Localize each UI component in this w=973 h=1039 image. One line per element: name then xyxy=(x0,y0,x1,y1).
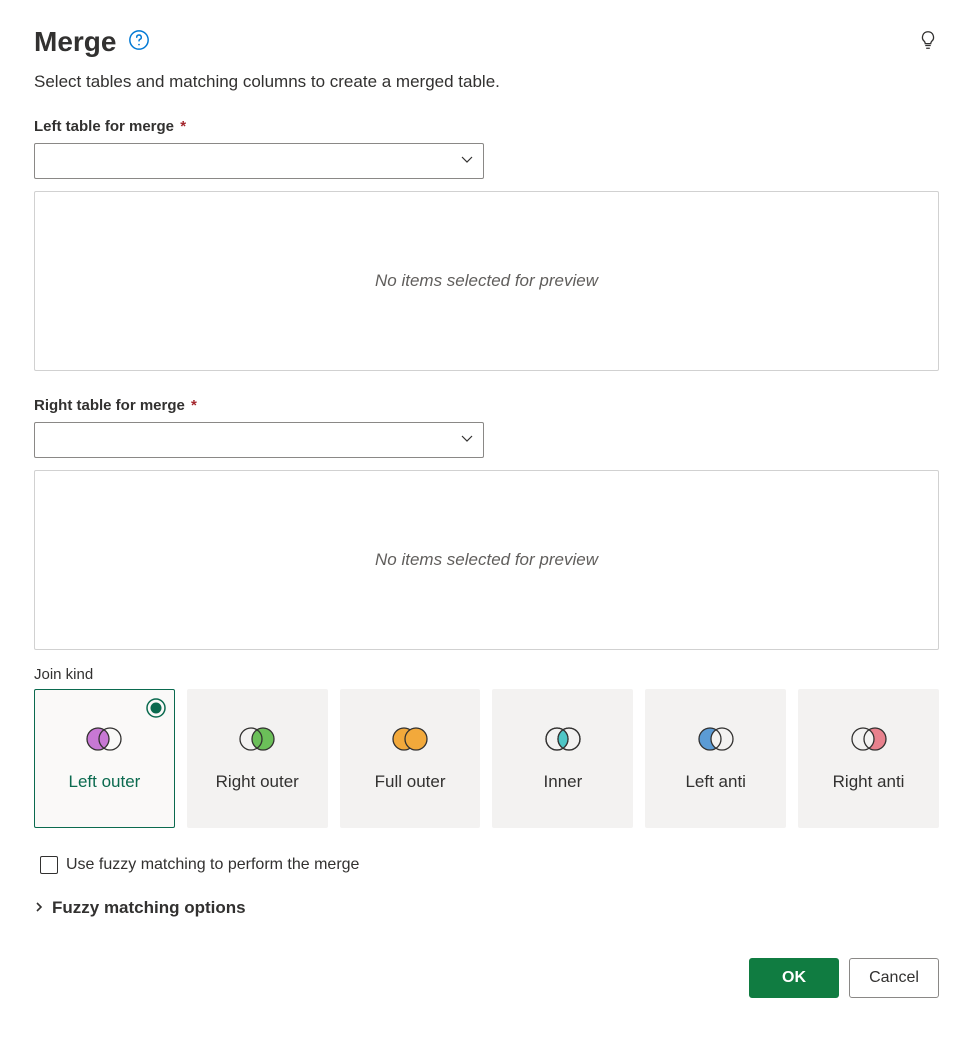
right-table-label-text: Right table for merge xyxy=(34,397,185,414)
venn-inner-icon xyxy=(541,725,585,758)
merge-dialog: Merge Select tables and matching columns… xyxy=(0,0,973,1032)
left-table-section: Left table for merge * No items selected… xyxy=(34,118,939,371)
right-table-preview: No items selected for preview xyxy=(34,470,939,650)
join-card-full-outer[interactable]: Full outer xyxy=(340,689,481,828)
fuzzy-checkbox-row: Use fuzzy matching to perform the merge xyxy=(40,856,939,874)
left-table-label: Left table for merge * xyxy=(34,118,939,135)
left-table-label-text: Left table for merge xyxy=(34,118,174,135)
venn-right-outer-icon xyxy=(235,725,279,758)
ok-button[interactable]: OK xyxy=(749,958,839,998)
dialog-title: Merge xyxy=(34,26,116,58)
bulb-icon[interactable] xyxy=(917,29,939,56)
join-name-left-anti: Left anti xyxy=(685,772,746,792)
dialog-subtitle: Select tables and matching columns to cr… xyxy=(34,72,939,92)
dialog-footer: OK Cancel xyxy=(34,958,939,998)
join-kind-label: Join kind xyxy=(34,666,939,683)
right-preview-empty-text: No items selected for preview xyxy=(375,550,598,570)
join-name-right-outer: Right outer xyxy=(216,772,299,792)
chevron-right-icon xyxy=(34,899,44,917)
right-table-required: * xyxy=(191,397,197,414)
right-table-label: Right table for merge * xyxy=(34,397,939,414)
venn-right-anti-icon xyxy=(847,725,891,758)
venn-full-outer-icon xyxy=(388,725,432,758)
venn-left-outer-icon xyxy=(82,725,126,758)
help-icon[interactable] xyxy=(128,29,150,56)
left-table-preview: No items selected for preview xyxy=(34,191,939,371)
join-card-left-outer[interactable]: Left outer xyxy=(34,689,175,828)
venn-left-anti-icon xyxy=(694,725,738,758)
right-table-dropdown[interactable] xyxy=(34,422,484,458)
join-kind-grid: Left outer Right outer Full outer xyxy=(34,689,939,828)
cancel-button[interactable]: Cancel xyxy=(849,958,939,998)
title-wrap: Merge xyxy=(34,26,150,58)
join-name-inner: Inner xyxy=(544,772,583,792)
join-card-right-anti[interactable]: Right anti xyxy=(798,689,939,828)
fuzzy-matching-checkbox[interactable] xyxy=(40,856,58,874)
dialog-header: Merge xyxy=(34,26,939,58)
left-table-required: * xyxy=(180,118,186,135)
join-name-right-anti: Right anti xyxy=(833,772,905,792)
join-card-inner[interactable]: Inner xyxy=(492,689,633,828)
fuzzy-options-expander[interactable]: Fuzzy matching options xyxy=(34,898,939,918)
fuzzy-checkbox-label: Use fuzzy matching to perform the merge xyxy=(66,856,359,874)
join-card-right-outer[interactable]: Right outer xyxy=(187,689,328,828)
left-table-dropdown[interactable] xyxy=(34,143,484,179)
left-preview-empty-text: No items selected for preview xyxy=(375,271,598,291)
radio-selected-icon xyxy=(146,698,166,718)
join-card-left-anti[interactable]: Left anti xyxy=(645,689,786,828)
chevron-down-icon xyxy=(459,151,475,172)
right-table-section: Right table for merge * No items selecte… xyxy=(34,397,939,650)
join-name-left-outer: Left outer xyxy=(69,772,141,792)
join-name-full-outer: Full outer xyxy=(375,772,446,792)
fuzzy-options-label: Fuzzy matching options xyxy=(52,898,246,918)
chevron-down-icon xyxy=(459,430,475,451)
